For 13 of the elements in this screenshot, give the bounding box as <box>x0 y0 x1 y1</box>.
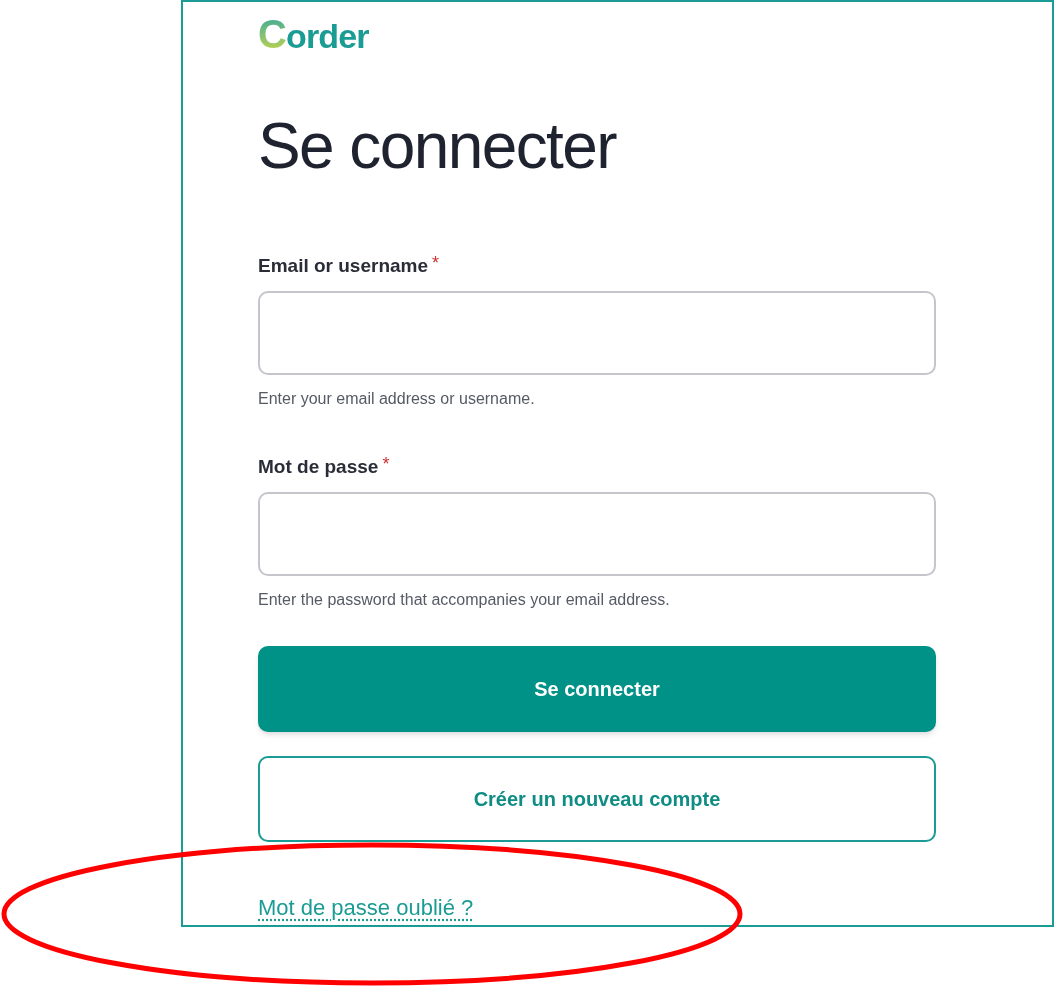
required-mark: * <box>432 254 440 272</box>
page-title: Se connecter <box>258 109 616 184</box>
input-field[interactable] <box>258 492 936 576</box>
field-label: Mot de passe <box>258 455 379 479</box>
help-text: Enter the password that accompanies your email address. <box>258 590 671 610</box>
field-label: Email or username <box>258 254 429 278</box>
help-text: Enter your email address or username. <box>258 389 536 409</box>
forgot-password-link[interactable]: Mot de passe oublié ? <box>258 894 474 922</box>
create-account-button[interactable]: Créer un nouveau compte <box>258 756 936 842</box>
logo: Corder <box>258 14 369 56</box>
sign-in-button[interactable]: Se connecter <box>258 646 936 732</box>
required-mark: * <box>382 455 390 473</box>
input-field[interactable] <box>258 291 936 375</box>
